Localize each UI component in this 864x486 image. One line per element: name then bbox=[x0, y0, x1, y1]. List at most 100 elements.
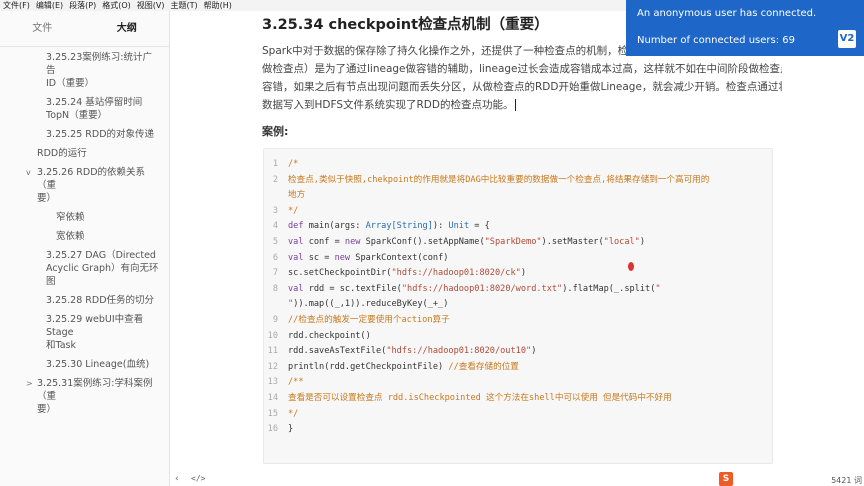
case-label: 案例: bbox=[262, 125, 289, 138]
code-token: 检查点,类似于快照,chekpoint的作用就是将DAG中比较重要的数据做一个检… bbox=[288, 174, 710, 185]
code-token: */ bbox=[288, 408, 299, 419]
line-number: 3 bbox=[272, 205, 278, 216]
outline-item[interactable]: 3.25.25 RDD的对象传递 bbox=[0, 128, 169, 141]
outline-item[interactable]: 3.25.29 webUI中查看Stage 和Task bbox=[0, 313, 169, 352]
outline-item-label: 3.25.24 基站停留时间 bbox=[46, 97, 143, 108]
connection-notification: An anonymous user has connected. Number … bbox=[626, 0, 864, 56]
code-line: 15 */ bbox=[264, 407, 772, 422]
code-block[interactable]: 1 /* 2 检查点,类似于快照,chekpoint的作用就是将DAG中比较重要的数… bbox=[263, 148, 773, 464]
code-line: 16} bbox=[264, 422, 772, 437]
line-number: 12 bbox=[267, 361, 278, 372]
code-text: val conf = new SparkConf().setAppName("S… bbox=[288, 235, 645, 250]
line-number: 14 bbox=[267, 393, 278, 403]
vnc-logo-icon: V2 bbox=[838, 30, 856, 48]
code-line: 3 */ bbox=[264, 204, 772, 219]
chevron-right-icon[interactable]: > bbox=[26, 377, 33, 390]
sidebar: 文件 大纲 3.25.23案例练习:统计广告 ID（重要） 3.25.24 基站停留… bbox=[0, 11, 170, 486]
word-count[interactable]: 5421 词 bbox=[831, 475, 862, 486]
outline-item-label: Acyclic Graph）有向无环图 bbox=[46, 263, 159, 287]
code-text: println(rdd.getCheckpointFile) //查看存储的位置 bbox=[288, 360, 519, 375]
menu-item[interactable]: 格式(O) bbox=[99, 0, 134, 11]
outline-item[interactable]: RDD的运行 bbox=[0, 147, 169, 160]
line-number: 16 bbox=[267, 424, 278, 435]
menu-item[interactable]: 视图(V) bbox=[134, 0, 168, 11]
outline-item[interactable]: 3.25.27 DAG（Directed Acyclic Graph）有向无环图 bbox=[0, 249, 169, 288]
outline-item-label: 3.25.31案例练习:学科案例（重 bbox=[37, 378, 153, 402]
outline-item[interactable]: 3.25.24 基站停留时间 TopN（重要） bbox=[0, 96, 169, 122]
code-token: SparkContext(conf) bbox=[355, 252, 449, 263]
chevron-down-icon[interactable]: v bbox=[26, 166, 31, 179]
paragraph-line: 数据写入到HDFS文件系统实现了RDD的检查点功能。 bbox=[262, 96, 782, 114]
tab-files[interactable]: 文件 bbox=[0, 11, 85, 46]
back-arrow-icon[interactable]: ‹ bbox=[175, 474, 179, 484]
mouse-cursor-indicator bbox=[628, 262, 634, 271]
outline-item[interactable]: v 3.25.26 RDD的依赖关系（重 要） bbox=[0, 166, 169, 205]
line-number: 9 bbox=[272, 315, 278, 325]
code-line: 13 /** bbox=[264, 375, 772, 390]
sidebar-tabs: 文件 大纲 bbox=[0, 11, 169, 47]
code-text: sc.setCheckpointDir("hdfs://hadoop01:802… bbox=[288, 266, 526, 281]
outline-item[interactable]: 窄依赖 bbox=[0, 211, 169, 224]
code-text: /** bbox=[288, 375, 304, 390]
outline-item-label: 3.25.30 Lineage(血统) bbox=[46, 359, 150, 370]
code-text: ")).map((_,1)).reduceByKey(_+_) bbox=[288, 297, 448, 312]
code-line: ")).map((_,1)).reduceByKey(_+_) bbox=[264, 297, 772, 312]
outline-item[interactable]: 3.25.30 Lineage(血统) bbox=[0, 358, 169, 371]
outline-list: 3.25.23案例练习:统计广告 ID（重要） 3.25.24 基站停留时间 TopN… bbox=[0, 47, 169, 416]
code-token: 地方 bbox=[288, 190, 306, 201]
line-number: 7 bbox=[272, 268, 278, 279]
editor-area[interactable]: 3.25.34 checkpoint检查点机制（重要） Spark中对于数据的保… bbox=[171, 11, 864, 472]
outline-item-label: 要） bbox=[37, 404, 57, 415]
code-token: ) bbox=[520, 268, 527, 279]
section-heading: 3.25.34 checkpoint检查点机制（重要） bbox=[262, 17, 549, 33]
code-token: val bbox=[288, 252, 309, 263]
line-number: 15 bbox=[267, 408, 278, 419]
paragraph-line: 容错，如果之后有节点出现问题而丢失分区，从做检查点的RDD开始重做Lineage… bbox=[262, 81, 782, 93]
menu-item[interactable]: 文件(F) bbox=[0, 0, 33, 11]
code-token: sc.setCheckpointDir( bbox=[288, 268, 392, 279]
line-number: 4 bbox=[272, 221, 278, 232]
code-token: /** bbox=[288, 377, 304, 388]
code-token: val bbox=[288, 237, 309, 247]
outline-item[interactable]: 宽依赖 bbox=[0, 230, 169, 243]
line-number: 10 bbox=[267, 330, 278, 341]
source-code-mode-icon[interactable]: </> bbox=[191, 474, 205, 483]
outline-item-label: 3.25.25 RDD的对象传递 bbox=[46, 129, 155, 140]
code-text: 检查点,类似于快照,chekpoint的作用就是将DAG中比较重要的数据做一个检… bbox=[288, 173, 709, 188]
code-token: Unit bbox=[448, 221, 470, 232]
code-line: 11 rdd.saveAsTextFile("hdfs://hadoop01:8… bbox=[264, 344, 772, 359]
outline-item[interactable]: >3.25.31案例练习:学科案例（重要） bbox=[0, 377, 169, 416]
code-token: */ bbox=[288, 205, 299, 216]
code-text: val sc = new SparkContext(conf) bbox=[288, 251, 448, 266]
tab-outline[interactable]: 大纲 bbox=[85, 11, 170, 46]
code-token: "hdfs://hadoop01:8020/out10" bbox=[386, 346, 532, 357]
menu-item[interactable]: 主题(T) bbox=[167, 0, 200, 11]
menu-item[interactable]: 编辑(E) bbox=[33, 0, 66, 11]
code-token: println(rdd.getCheckpointFile) bbox=[288, 361, 449, 372]
code-token: "hdfs://hadoop01:8020/word.txt" bbox=[401, 283, 563, 294]
outline-item[interactable]: 3.25.23案例练习:统计广告 ID（重要） bbox=[0, 51, 169, 90]
code-token: 查看是否可以设置检查点 rdd.isCheckpointed 这个方法在shel… bbox=[288, 393, 672, 403]
code-token: ) bbox=[639, 237, 646, 247]
code-token: val bbox=[288, 283, 309, 294]
code-token: ): bbox=[432, 221, 449, 232]
outline-item[interactable]: 3.25.28 RDD任务的切分 bbox=[0, 294, 169, 307]
outline-item-label: 窄依赖 bbox=[56, 212, 85, 223]
outline-item-label: TopN（重要） bbox=[46, 110, 108, 121]
code-line: 6 val sc = new SparkContext(conf) bbox=[264, 251, 772, 266]
code-token: } bbox=[288, 424, 294, 435]
code-token: new bbox=[344, 237, 366, 247]
line-number: 6 bbox=[272, 252, 278, 263]
menu-item[interactable]: 帮助(H) bbox=[201, 0, 235, 11]
code-token: //检查点的触发一定要使用个action算子 bbox=[288, 315, 450, 325]
outline-item-label: 3.25.28 RDD任务的切分 bbox=[46, 295, 155, 306]
menu-item[interactable]: 段落(P) bbox=[66, 0, 99, 11]
code-line: 地方 bbox=[264, 188, 772, 203]
sogou-ime-icon[interactable]: S bbox=[719, 472, 733, 486]
code-token: /* bbox=[288, 159, 299, 169]
code-token: Array[String] bbox=[365, 221, 433, 232]
code-text: //检查点的触发一定要使用个action算子 bbox=[288, 313, 450, 328]
code-token: )).map((_,1)).reduceByKey(_+_) bbox=[293, 299, 449, 310]
outline-item-label: 和Task bbox=[46, 340, 77, 351]
line-number: 11 bbox=[267, 346, 278, 357]
